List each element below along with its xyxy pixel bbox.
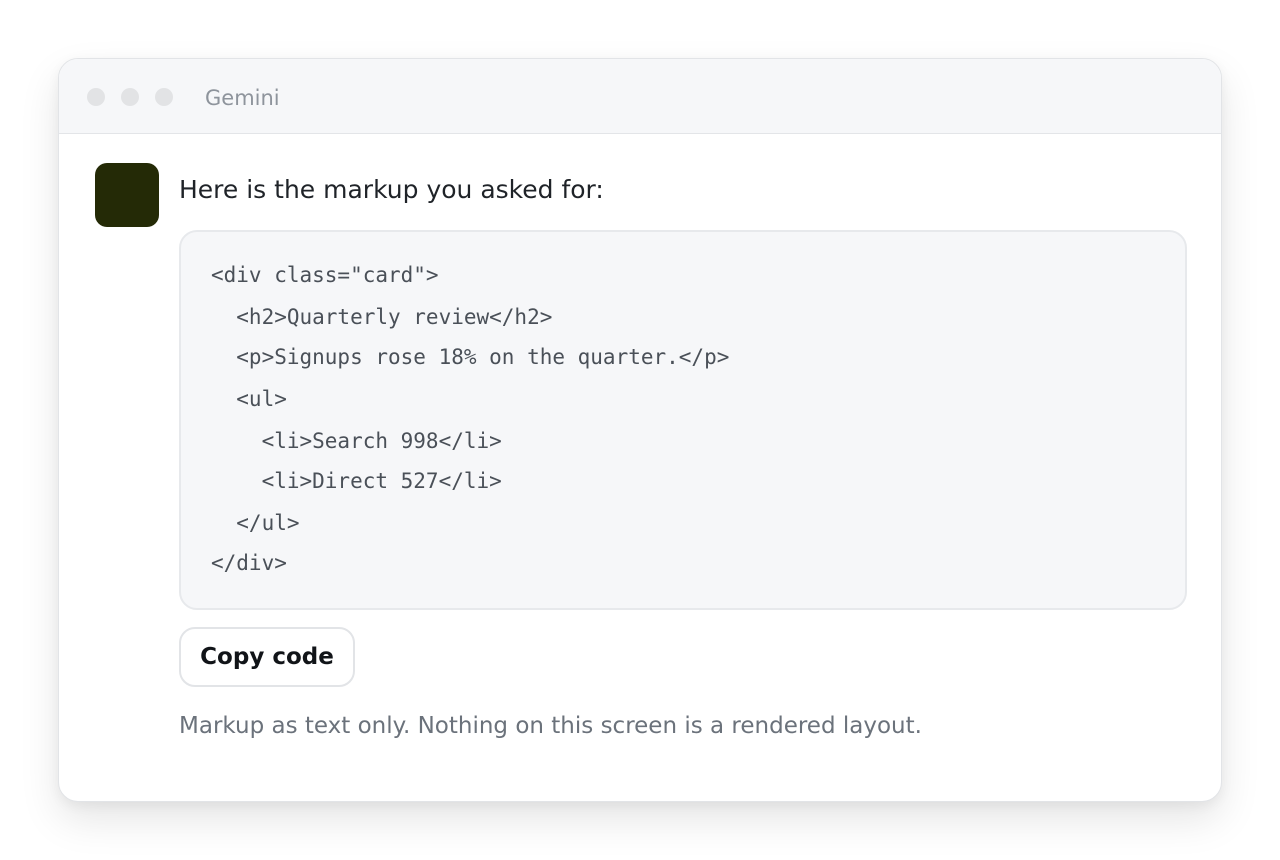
code-block: <div class="card"> <h2>Quarterly review<… (179, 230, 1187, 610)
code-line: <li>Direct 527</li> (211, 469, 502, 493)
code-line: <ul> (211, 387, 287, 411)
window-minimize-dot[interactable] (121, 88, 139, 106)
code-line: </ul> (211, 511, 300, 535)
title-bar: Gemini (59, 59, 1221, 134)
code-line: <h2>Quarterly review</h2> (211, 305, 553, 329)
code-line: <div class="card"> (211, 263, 439, 287)
app-window: Gemini Here is the markup you asked for:… (58, 58, 1222, 802)
app-title: Gemini (205, 86, 280, 110)
footnote-text: Markup as text only. Nothing on this scr… (179, 713, 922, 739)
code-line: </div> (211, 551, 287, 575)
code-line: <p>Signups rose 18% on the quarter.</p> (211, 345, 730, 369)
message-intro: Here is the markup you asked for: (179, 175, 604, 204)
window-maximize-dot[interactable] (155, 88, 173, 106)
copy-code-button[interactable]: Copy code (179, 627, 355, 687)
code-line: <li>Search 998</li> (211, 429, 502, 453)
assistant-avatar (95, 163, 159, 227)
window-close-dot[interactable] (87, 88, 105, 106)
